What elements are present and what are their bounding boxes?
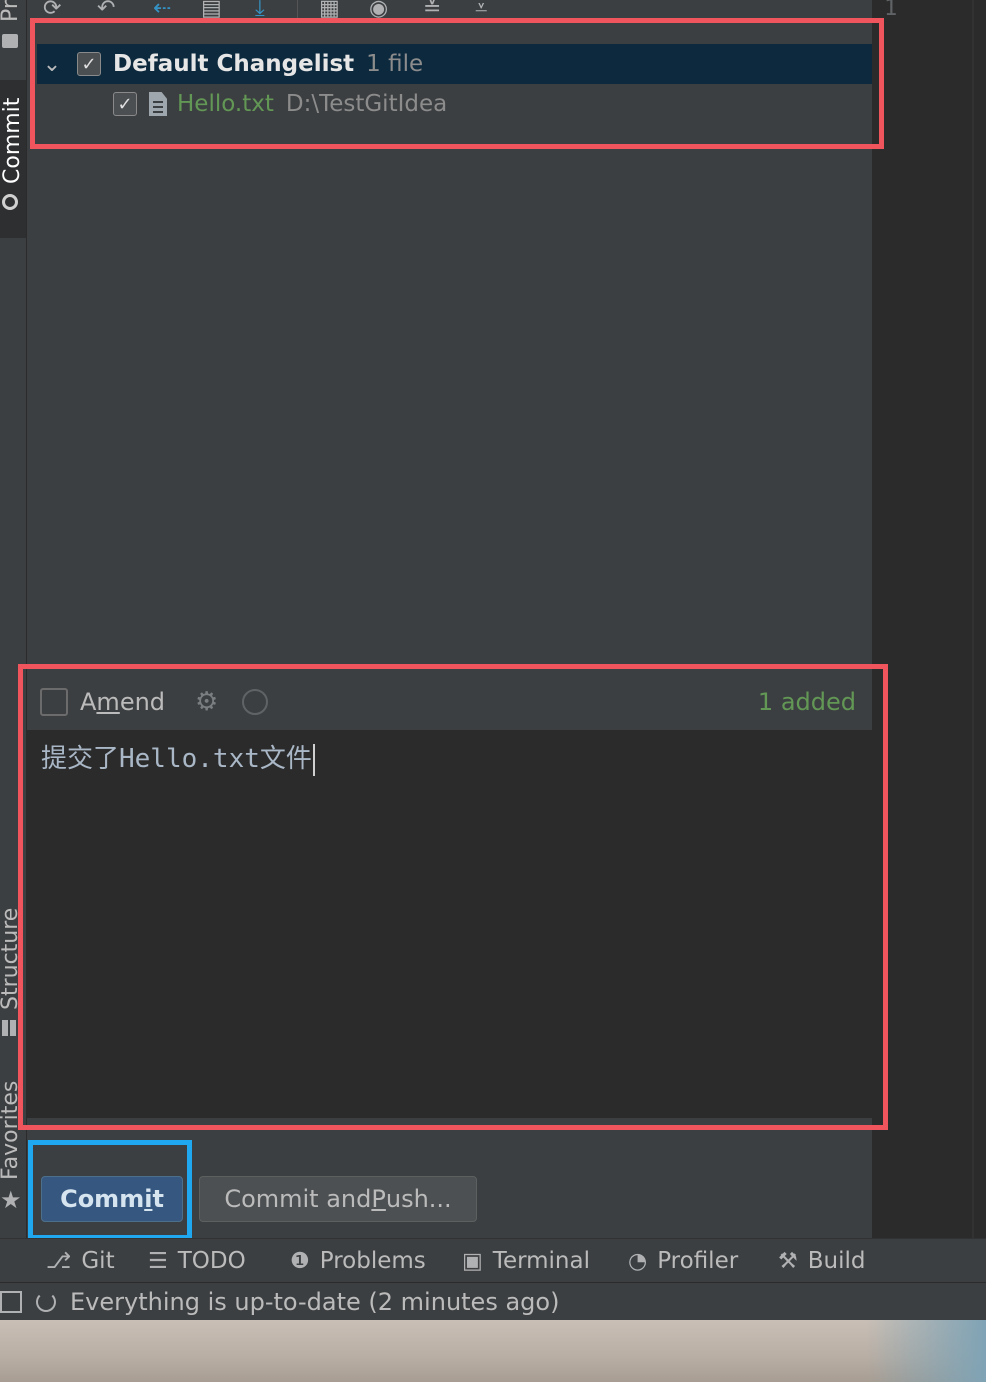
commit-icon (2, 194, 18, 210)
commit-tab-label: Commit (0, 97, 25, 184)
changelist-checkbox[interactable]: ✓ (77, 52, 101, 76)
gear-icon[interactable]: ⚙ (195, 687, 218, 717)
commit-toolbar: ⟳ ↶ ⇠ ▤ ⤓ ▦ ◉ ≚ ⩡ (27, 0, 872, 28)
commit-button[interactable]: Comm i t (41, 1176, 183, 1222)
folder-icon (2, 34, 18, 48)
view-options-icon[interactable]: ◉ (369, 0, 388, 22)
tab-problems[interactable]: ❶ Problems (290, 1239, 426, 1283)
project-tab[interactable]: Pr (0, 0, 23, 22)
tab-terminal[interactable]: ▣ Terminal (462, 1239, 590, 1283)
text-caret (312, 743, 315, 776)
structure-tab[interactable]: Structure (0, 908, 23, 1010)
download-icon[interactable]: ⤓ (255, 0, 265, 22)
history-icon[interactable] (242, 689, 269, 715)
hammer-icon: ⚒ (778, 1248, 798, 1274)
favorites-tab[interactable]: Favorites (0, 1081, 23, 1180)
list-icon: ☰ (148, 1248, 168, 1274)
chevron-down-icon[interactable]: ⌄ (37, 52, 67, 77)
terminal-icon: ▣ (462, 1248, 483, 1274)
changes-summary: 1 added (757, 688, 856, 716)
desktop-background (0, 1320, 986, 1382)
amend-label[interactable]: Amend (80, 688, 165, 716)
commit-and-push-button[interactable]: Commit and Push... (199, 1176, 477, 1222)
tab-profiler[interactable]: ◔ Profiler (628, 1239, 738, 1283)
editor-divider (972, 0, 974, 1238)
profiler-icon: ◔ (628, 1248, 648, 1274)
changelist-name: Default Changelist (113, 51, 355, 77)
file-row[interactable]: ✓ Hello.txt D:\TestGitIdea (37, 84, 872, 124)
amend-checkbox[interactable] (40, 688, 68, 716)
git-branch-icon: ⎇ (46, 1248, 72, 1274)
file-checkbox[interactable]: ✓ (113, 92, 137, 116)
status-text: Everything is up-to-date (2 minutes ago) (70, 1288, 560, 1316)
commit-panel: ⟳ ↶ ⇠ ▤ ⤓ ▦ ◉ ≚ ⩡ ⌄ ✓ Default Changelist… (27, 0, 872, 1238)
commit-message-text: 提交了Hello.txt文件 (41, 744, 312, 774)
toggle-tool-windows-icon[interactable] (0, 1291, 22, 1313)
problems-icon: ❶ (290, 1248, 310, 1274)
tab-git[interactable]: ⎇ Git (46, 1239, 115, 1283)
editor-gutter: 1 (872, 0, 986, 1238)
text-file-icon (149, 92, 167, 116)
left-tool-strip: Pr Commit Structure Favorites ★ (0, 0, 27, 1238)
star-icon: ★ (0, 1186, 22, 1214)
commit-message-editor[interactable]: 提交了Hello.txt文件 (27, 730, 872, 1118)
spinner-icon (36, 1292, 56, 1312)
collapse-all-icon[interactable]: ⩡ (475, 0, 487, 22)
status-bar: Everything is up-to-date (2 minutes ago) (0, 1282, 986, 1321)
commit-options-bar: Amend ⚙ 1 added (27, 674, 872, 730)
changelist-row[interactable]: ⌄ ✓ Default Changelist 1 file (37, 44, 872, 84)
group-by-icon[interactable]: ▦ (319, 0, 340, 22)
file-name: Hello.txt (177, 91, 274, 117)
line-number: 1 (884, 0, 898, 21)
refresh-icon[interactable]: ⟳ (43, 0, 61, 22)
toolbar-separator (297, 0, 298, 22)
rollback-icon[interactable]: ↶ (97, 0, 115, 22)
commit-tool-tab[interactable]: Commit (0, 80, 26, 238)
expand-all-icon[interactable]: ≚ (423, 0, 441, 22)
tab-build[interactable]: ⚒ Build (778, 1239, 865, 1283)
update-icon[interactable]: ⇠ (153, 0, 171, 22)
structure-icon (2, 1020, 16, 1036)
tab-todo[interactable]: ☰ TODO (148, 1239, 246, 1283)
shelve-icon[interactable]: ▤ (201, 0, 222, 22)
bottom-tool-bar: ⎇ Git ☰ TODO ❶ Problems ▣ Terminal ◔ Profiler… (0, 1238, 986, 1283)
changelist-count: 1 file (366, 51, 424, 77)
file-path: D:\TestGitIdea (285, 91, 448, 117)
